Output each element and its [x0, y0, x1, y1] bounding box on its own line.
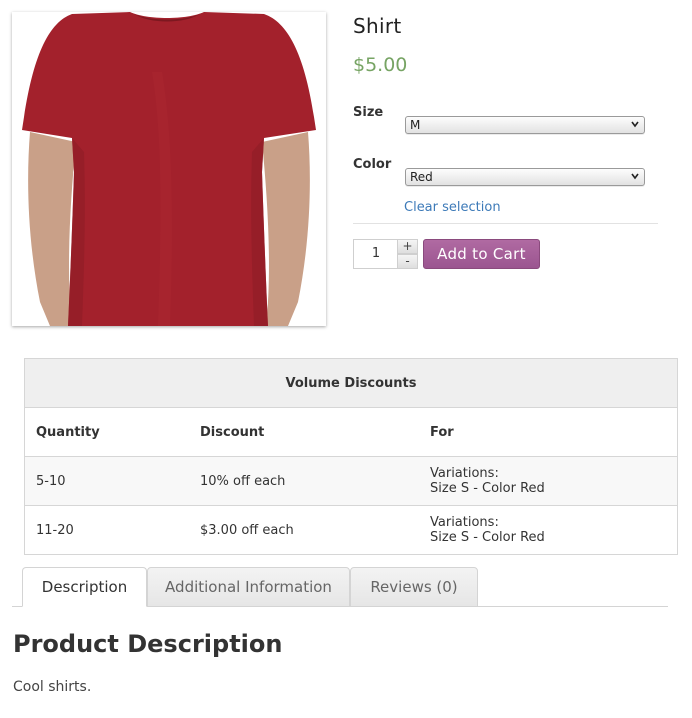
size-label: Size — [353, 105, 384, 120]
divider — [353, 223, 658, 224]
size-selected-value: M — [410, 118, 421, 132]
column-header-for: For — [419, 407, 678, 457]
description-heading: Product Description — [13, 630, 283, 658]
quantity-cell: 5-10 — [24, 456, 189, 506]
chevron-down-icon — [631, 121, 639, 128]
discount-cell: $3.00 off each — [189, 505, 419, 555]
quantity-input[interactable]: 1 — [353, 239, 399, 269]
product-image[interactable] — [12, 12, 326, 326]
color-selected-value: Red — [410, 170, 433, 184]
for-line: Size S - Color Red — [430, 530, 545, 545]
quantity-decrease-button[interactable]: - — [397, 254, 418, 269]
clear-selection-link[interactable]: Clear selection — [404, 200, 501, 215]
for-line: Variations: — [430, 466, 499, 481]
color-select[interactable]: Red — [405, 168, 645, 186]
for-line: Size S - Color Red — [430, 481, 545, 496]
for-cell: Variations: Size S - Color Red — [419, 505, 678, 555]
add-to-cart-button[interactable]: Add to Cart — [423, 239, 540, 269]
table-row: 5-10 10% off each Variations: Size S - C… — [24, 456, 678, 506]
chevron-down-icon — [631, 173, 639, 180]
volume-discounts-table: Volume Discounts Quantity Discount For 5… — [24, 358, 678, 555]
red-tshirt-photo — [12, 12, 326, 326]
product-price: $5.00 — [353, 54, 408, 76]
column-header-discount: Discount — [189, 407, 419, 457]
for-cell: Variations: Size S - Color Red — [419, 456, 678, 506]
for-line: Variations: — [430, 515, 499, 530]
size-select[interactable]: M — [405, 116, 645, 134]
tab-description[interactable]: Description — [22, 567, 147, 607]
quantity-cell: 11-20 — [24, 505, 189, 555]
description-text: Cool shirts. — [13, 679, 92, 695]
table-row: 11-20 $3.00 off each Variations: Size S … — [24, 505, 678, 555]
color-label: Color — [353, 157, 392, 172]
tab-additional-information[interactable]: Additional Information — [147, 567, 350, 607]
tab-reviews[interactable]: Reviews (0) — [350, 567, 478, 607]
discount-cell: 10% off each — [189, 456, 419, 506]
column-header-quantity: Quantity — [24, 407, 189, 457]
quantity-increase-button[interactable]: + — [397, 239, 418, 254]
product-title: Shirt — [353, 14, 402, 38]
table-caption: Volume Discounts — [24, 358, 678, 408]
